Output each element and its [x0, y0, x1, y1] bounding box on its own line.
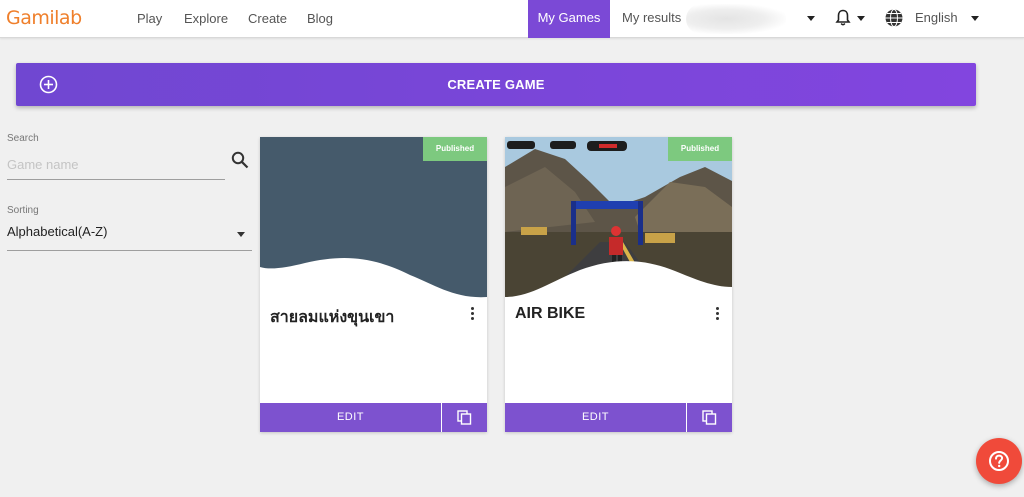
search-icon[interactable]	[231, 151, 249, 169]
sorting-select[interactable]: Alphabetical(A-Z)	[7, 218, 252, 251]
edit-button[interactable]: EDIT	[505, 403, 686, 432]
user-menu-chevron-down-icon[interactable]	[807, 16, 815, 21]
sorting-value: Alphabetical(A-Z)	[7, 224, 108, 239]
sorting-label: Sorting	[7, 205, 39, 216]
language-chevron-down-icon[interactable]	[971, 16, 979, 21]
more-vert-icon[interactable]	[469, 307, 475, 323]
nav-play[interactable]: Play	[137, 0, 162, 38]
copy-button[interactable]	[442, 403, 487, 432]
published-badge: Published	[668, 137, 732, 161]
tab-my-games[interactable]: My Games	[528, 0, 610, 38]
more-vert-icon[interactable]	[714, 307, 720, 323]
copy-button[interactable]	[687, 403, 732, 432]
language-selector[interactable]: English	[915, 0, 958, 36]
copy-icon	[702, 410, 717, 425]
edit-button[interactable]: EDIT	[260, 403, 441, 432]
search-input[interactable]	[7, 150, 225, 180]
create-game-button[interactable]: CREATE GAME	[16, 63, 976, 106]
chevron-down-icon	[237, 232, 245, 237]
game-thumbnail: Published	[260, 137, 487, 299]
nav-blog[interactable]: Blog	[307, 0, 333, 38]
game-thumbnail: Published	[505, 137, 732, 299]
search-label: Search	[7, 133, 39, 144]
game-title: สายลมแห่งขุนเขา	[270, 309, 395, 326]
nav-explore[interactable]: Explore	[184, 0, 228, 38]
user-name-blurred[interactable]	[686, 4, 786, 34]
logo-text: Gamilab	[6, 7, 82, 29]
create-game-label: CREATE GAME	[447, 77, 545, 92]
top-navbar: Gamilab Play Explore Create Blog My Game…	[0, 0, 1024, 38]
globe-icon[interactable]	[884, 8, 904, 28]
game-card[interactable]: Published สายลมแห่งขุนเขา EDIT	[260, 137, 487, 432]
nav-create[interactable]: Create	[248, 0, 287, 38]
notifications-chevron-down-icon[interactable]	[857, 16, 865, 21]
game-card[interactable]: Published AIR BIKE EDIT	[505, 137, 732, 432]
published-badge: Published	[423, 137, 487, 161]
tab-my-results[interactable]: My results	[622, 0, 681, 38]
bell-icon[interactable]	[835, 9, 851, 27]
copy-icon	[457, 410, 472, 425]
help-icon	[989, 451, 1009, 471]
gamilab-logo[interactable]: Gamilab	[6, 6, 82, 30]
help-button[interactable]	[976, 438, 1022, 484]
air-bike-scene-image	[505, 137, 732, 299]
game-title: AIR BIKE	[515, 305, 586, 322]
